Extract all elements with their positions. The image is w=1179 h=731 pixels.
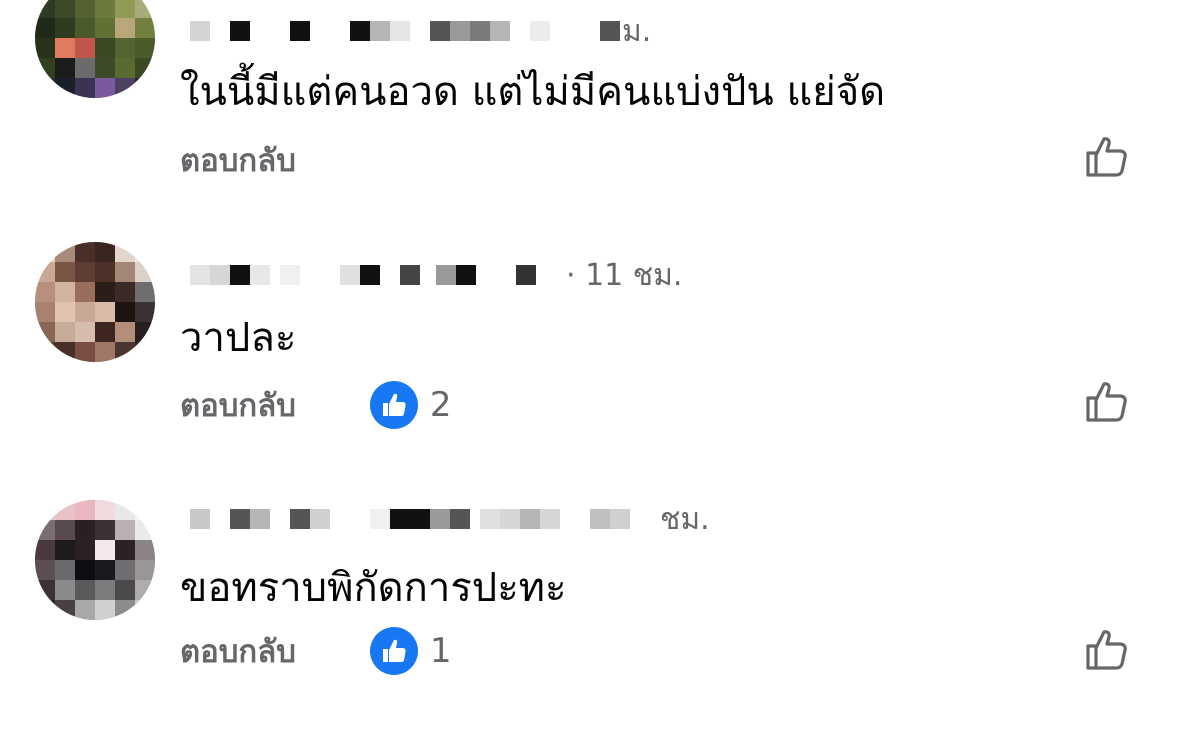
- comment-item: · 11 ชม. วาปละ ตอบกลับ 2: [0, 230, 1179, 480]
- reaction-summary[interactable]: 1: [369, 627, 452, 675]
- reply-button[interactable]: ตอบกลับ: [180, 380, 296, 430]
- reaction-summary[interactable]: 2: [369, 381, 452, 429]
- reply-button[interactable]: ตอบกลับ: [180, 135, 296, 185]
- comment-actions: ตอบกลับ 1: [180, 626, 452, 676]
- comment-item: ชม. ขอทราบพิกัดการปะทะ ตอบกลับ 1: [0, 480, 1179, 731]
- avatar[interactable]: [35, 500, 155, 620]
- comment-timestamp[interactable]: · 11 ชม.: [566, 252, 682, 299]
- comment-timestamp[interactable]: ชม.: [660, 496, 710, 543]
- reply-button[interactable]: ตอบกลับ: [180, 626, 296, 676]
- comment-item: ม. ในนี้มีแต่คนอวด แต่ไม่มีคนแบ่งปัน แย่…: [0, 0, 1179, 230]
- like-icon: [369, 627, 418, 675]
- like-icon: [369, 381, 418, 429]
- comment-text: ในนี้มีแต่คนอวด แต่ไม่มีคนแบ่งปัน แย่จัด: [180, 69, 886, 115]
- pixelated-name: [190, 20, 620, 42]
- comment-text: ขอทราบพิกัดการปะทะ: [180, 565, 567, 611]
- comment-actions: ตอบกลับ 2: [180, 380, 452, 430]
- avatar[interactable]: [35, 0, 155, 98]
- reaction-count: 1: [429, 631, 452, 671]
- commenter-name[interactable]: ม.: [190, 14, 651, 49]
- like-button[interactable]: [1082, 133, 1130, 181]
- pixelated-name: [190, 264, 556, 286]
- commenter-name[interactable]: · 11 ชม.: [190, 258, 682, 293]
- thumbs-up-outline-icon: [1086, 137, 1127, 177]
- comment-text: วาปละ: [180, 315, 297, 361]
- thumbs-up-outline-icon: [1086, 382, 1127, 422]
- commenter-name[interactable]: ชม.: [190, 499, 710, 539]
- thumbs-up-outline-icon: [1086, 630, 1127, 670]
- comment-actions: ตอบกลับ: [180, 135, 296, 185]
- avatar[interactable]: [35, 242, 155, 362]
- reaction-count: 2: [429, 385, 452, 425]
- like-button[interactable]: [1082, 378, 1130, 426]
- comment-timestamp[interactable]: ม.: [622, 8, 651, 55]
- like-button[interactable]: [1082, 626, 1130, 674]
- pixelated-name: [190, 499, 660, 539]
